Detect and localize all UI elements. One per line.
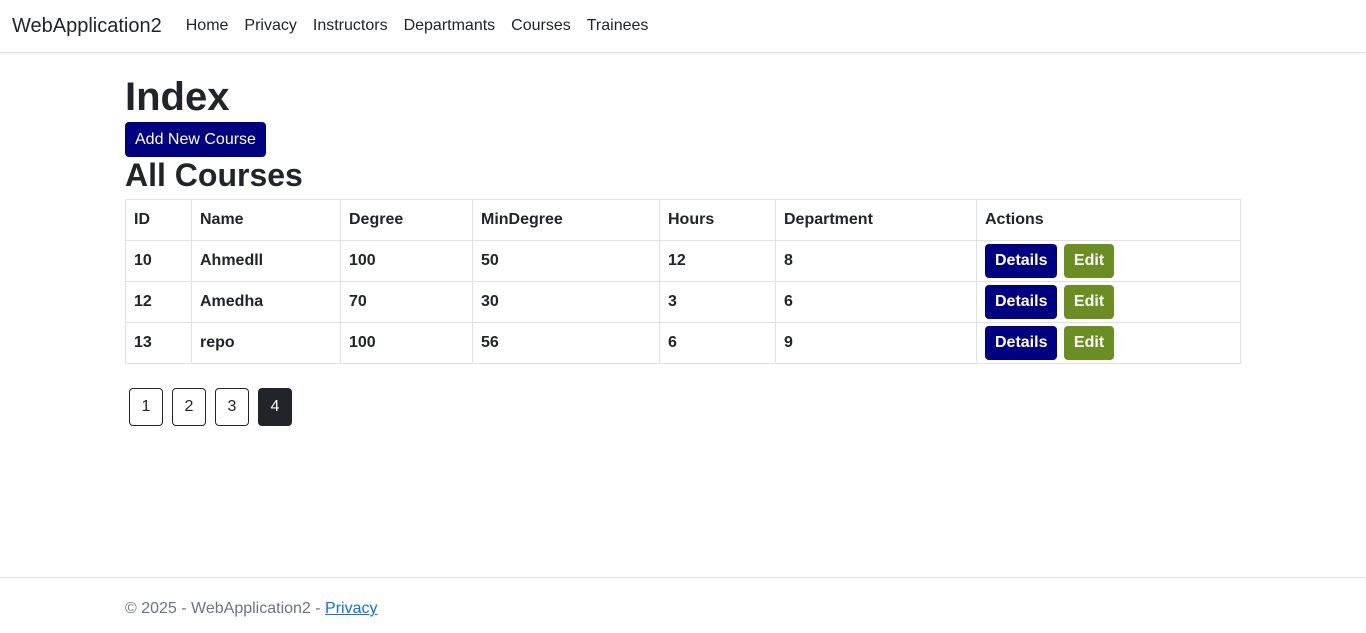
footer: © 2025 - WebApplication2 - Privacy [0,577,1366,633]
cell-id: 10 [125,240,192,282]
courses-table: ID Name Degree MinDegree Hours Departmen… [125,199,1241,364]
details-button[interactable]: Details [985,285,1058,319]
cell-name: Amedha [191,281,341,323]
cell-id: 13 [125,322,192,364]
header-name: Name [191,199,341,241]
details-button[interactable]: Details [985,244,1058,278]
cell-hours: 12 [659,240,776,282]
cell-hours: 3 [659,281,776,323]
cell-hours: 6 [659,322,776,364]
details-button[interactable]: Details [985,326,1058,360]
page-link-3[interactable]: 3 [215,388,249,426]
edit-button[interactable]: Edit [1063,285,1115,319]
cell-name: Ahmedll [191,240,341,282]
nav-departments[interactable]: Departmants [404,17,496,35]
cell-actions: Details Edit [976,281,1241,323]
footer-text: © 2025 - WebApplication2 - [125,600,326,617]
top-navbar: WebApplication2 Home Privacy Instructors… [0,0,1366,53]
header-department: Department [775,199,977,241]
page-title: Index [125,75,230,119]
nav-privacy[interactable]: Privacy [244,17,296,35]
pagination: 1 2 3 4 [125,388,1241,426]
cell-degree: 70 [340,281,473,323]
nav-instructors[interactable]: Instructors [313,17,388,35]
section-title: All Courses [125,157,303,193]
cell-degree: 100 [340,322,473,364]
header-hours: Hours [659,199,776,241]
header-id: ID [125,199,192,241]
page-link-4[interactable]: 4 [258,388,292,426]
cell-department: 6 [775,281,977,323]
header-degree: Degree [340,199,473,241]
table-row: 12 Amedha 70 30 3 6 Details Edit [125,281,1241,323]
cell-mindegree: 56 [472,322,660,364]
table-header-row: ID Name Degree MinDegree Hours Departmen… [125,199,1241,241]
nav-home[interactable]: Home [186,17,229,35]
table-row: 10 Ahmedll 100 50 12 8 Details Edit [125,240,1241,282]
cell-mindegree: 30 [472,281,660,323]
cell-actions: Details Edit [976,322,1241,364]
brand-link[interactable]: WebApplication2 [12,15,162,38]
header-actions: Actions [976,199,1241,241]
header-mindegree: MinDegree [472,199,660,241]
cell-actions: Details Edit [976,240,1241,282]
cell-mindegree: 50 [472,240,660,282]
footer-privacy-link[interactable]: Privacy [325,600,377,617]
edit-button[interactable]: Edit [1063,326,1115,360]
cell-degree: 100 [340,240,473,282]
table-row: 13 repo 100 56 6 9 Details Edit [125,322,1241,364]
page-link-2[interactable]: 2 [172,388,206,426]
edit-button[interactable]: Edit [1063,244,1115,278]
main-container: Index Add New Course All Courses ID Name… [125,53,1241,426]
cell-name: repo [191,322,341,364]
add-new-course-button[interactable]: Add New Course [125,122,266,157]
cell-department: 8 [775,240,977,282]
cell-id: 12 [125,281,192,323]
page-link-1[interactable]: 1 [129,388,163,426]
nav-trainees[interactable]: Trainees [587,17,649,35]
cell-department: 9 [775,322,977,364]
nav-courses[interactable]: Courses [511,17,571,35]
